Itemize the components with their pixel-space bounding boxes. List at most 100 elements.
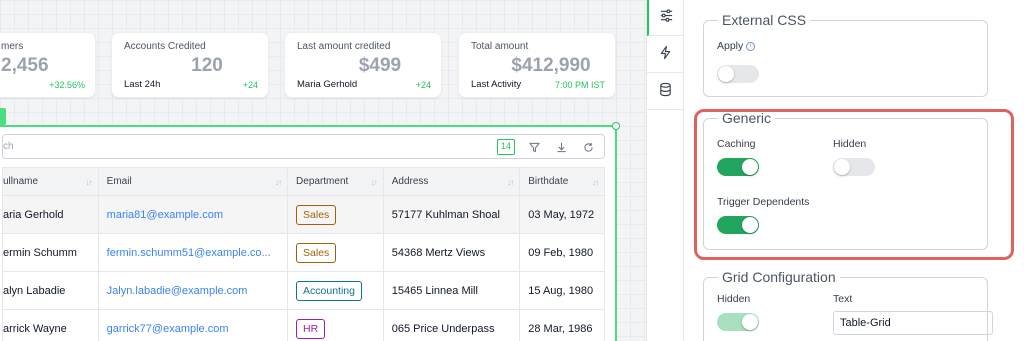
cell-department: HR — [288, 310, 384, 341]
table-toolbar: ch 14 — [2, 134, 605, 159]
cell-address: 57177 Kuhlman Shoal — [384, 196, 521, 233]
cell-fullname: aria Gerhold — [3, 196, 99, 233]
data-tab[interactable] — [647, 74, 684, 110]
cell-email: garrick77@example.com — [99, 310, 289, 341]
download-icon[interactable] — [552, 138, 570, 156]
apply-toggle[interactable] — [717, 65, 759, 83]
apply-label: Apply i — [717, 40, 756, 52]
table-row[interactable]: aria Gerhold maria81@example.com Sales 5… — [3, 196, 604, 234]
stat-value: $499 — [358, 55, 402, 76]
stat-sub: Last 24h — [124, 79, 161, 90]
stat-sub: Last Activity — [471, 79, 522, 90]
section-title: External CSS — [718, 12, 811, 28]
table-widget[interactable]: ch 14 ullname ↓↑ Email ↓↑ Department ↓↑ Add… — [0, 122, 620, 341]
stat-card-accounts-credited: Accounts Credited 120 Last 24h +24 — [111, 32, 269, 98]
data-grid: ullname ↓↑ Email ↓↑ Department ↓↑ Address ↓↑… — [2, 167, 605, 341]
stat-delta: 7:00 PM IST — [554, 80, 605, 90]
column-header-address[interactable]: Address ↓↑ — [384, 168, 521, 195]
sort-icon[interactable]: ↓↑ — [371, 178, 378, 187]
email-link[interactable]: fermin.schumm51@example.co... — [107, 247, 271, 259]
stat-title: Total amount — [471, 41, 529, 52]
table-header-row: ullname ↓↑ Email ↓↑ Department ↓↑ Address ↓↑… — [3, 168, 604, 196]
sort-icon[interactable]: ↓↑ — [507, 178, 514, 187]
column-header-fullname[interactable]: ullname ↓↑ — [3, 168, 99, 195]
column-header-department[interactable]: Department ↓↑ — [288, 168, 384, 195]
external-css-section: External CSS Apply i — [703, 12, 988, 97]
cell-email: fermin.schumm51@example.co... — [99, 234, 289, 271]
events-tab[interactable] — [647, 37, 684, 73]
email-link[interactable]: Jalyn.labadie@example.com — [107, 285, 248, 297]
cell-address: 15465 Linnea Mill — [384, 272, 521, 309]
stat-delta: +24 — [415, 80, 431, 90]
table-row[interactable]: arrick Wayne garrick77@example.com HR 06… — [3, 310, 604, 341]
lightning-icon — [658, 45, 673, 65]
cell-birthdate: 28 Mar, 1986 — [528, 322, 593, 335]
app-canvas: mers 2,456 +32.56% Accounts Credited 120… — [0, 0, 646, 341]
email-link[interactable]: garrick77@example.com — [107, 323, 229, 335]
stat-value: 2,456 — [1, 55, 49, 76]
cell-address: 065 Price Underpass — [384, 310, 521, 341]
cell-fullname: alyn Labadie — [3, 272, 99, 309]
stat-card-last-amount: Last amount credited $499 Maria Gerhold … — [284, 32, 442, 98]
column-label: ullname — [3, 176, 39, 187]
grid-hidden-toggle[interactable] — [717, 313, 759, 331]
email-link[interactable]: maria81@example.com — [107, 209, 223, 221]
table-row[interactable]: ermin Schumm fermin.schumm51@example.co.… — [3, 234, 604, 272]
widget-label-tab[interactable] — [0, 108, 6, 125]
stat-title: Accounts Credited — [124, 41, 206, 52]
database-icon — [658, 82, 673, 102]
stat-delta: +24 — [242, 80, 258, 90]
stat-sub: Maria Gerhold — [297, 79, 358, 90]
apply-label-text: Apply — [717, 40, 744, 52]
grid-text-label: Text — [833, 293, 853, 305]
cell-department: Sales — [288, 234, 384, 271]
cell-department: Accounting — [288, 272, 384, 309]
department-badge: Sales — [296, 204, 337, 225]
grid-text-input[interactable]: Table-Grid — [833, 311, 993, 335]
inspector-tab-strip — [646, 0, 684, 341]
cell-address: 54368 Mertz Views — [384, 234, 521, 271]
cell-email: Jalyn.labadie@example.com — [99, 272, 289, 309]
cell-birthdate: 03 May, 1972 — [528, 208, 595, 221]
cell-birthdate: 09 Feb, 1980 — [528, 246, 594, 259]
column-label: Address — [391, 176, 429, 187]
section-title: Grid Configuration — [718, 269, 840, 285]
table-row[interactable]: alyn Labadie Jalyn.labadie@example.com A… — [3, 272, 604, 310]
column-label: Email — [106, 176, 132, 187]
stat-title: mers — [1, 41, 24, 52]
grid-hidden-label: Hidden — [717, 293, 751, 305]
refresh-icon[interactable] — [579, 138, 597, 156]
stat-value: 120 — [191, 55, 223, 76]
cell-fullname: ermin Schumm — [3, 234, 99, 271]
filter-icon[interactable] — [525, 138, 543, 156]
sort-icon[interactable]: ↓↑ — [86, 178, 93, 187]
grid-configuration-section: Grid Configuration Hidden Text Table-Gri… — [703, 269, 993, 341]
department-badge: HR — [296, 318, 326, 339]
info-icon[interactable]: i — [746, 41, 756, 51]
sort-icon[interactable]: ↓↑ — [592, 178, 599, 187]
stat-card-total-amount: Total amount $412,990 Last Activity 7:00… — [458, 32, 616, 98]
column-header-email[interactable]: Email ↓↑ — [99, 168, 289, 195]
column-header-birthdate[interactable]: Birthdate ↓↑ — [520, 168, 604, 195]
sort-icon[interactable]: ↓↑ — [275, 178, 282, 187]
generic-section-highlight — [694, 109, 1014, 260]
stat-card-customers: mers 2,456 +32.56% — [0, 32, 96, 98]
resize-handle[interactable] — [612, 122, 620, 130]
department-badge: Sales — [296, 242, 337, 263]
search-input[interactable]: ch — [3, 141, 14, 152]
stat-value: $412,990 — [511, 55, 591, 76]
filter-count-badge[interactable]: 14 — [497, 139, 515, 155]
properties-tab[interactable] — [647, 0, 684, 36]
cell-birthdate: 15 Aug, 1980 — [528, 284, 594, 297]
cell-email: maria81@example.com — [99, 196, 289, 233]
stat-delta: +32.56% — [49, 80, 85, 90]
column-label: Birthdate — [528, 176, 569, 187]
sliders-icon — [659, 8, 674, 28]
toggle-knob — [742, 314, 758, 330]
cell-department: Sales — [288, 196, 384, 233]
department-badge: Accounting — [296, 280, 362, 301]
toggle-knob — [718, 66, 734, 82]
stat-title: Last amount credited — [297, 41, 391, 52]
cell-fullname: arrick Wayne — [3, 310, 99, 341]
column-label: Department — [296, 176, 349, 187]
